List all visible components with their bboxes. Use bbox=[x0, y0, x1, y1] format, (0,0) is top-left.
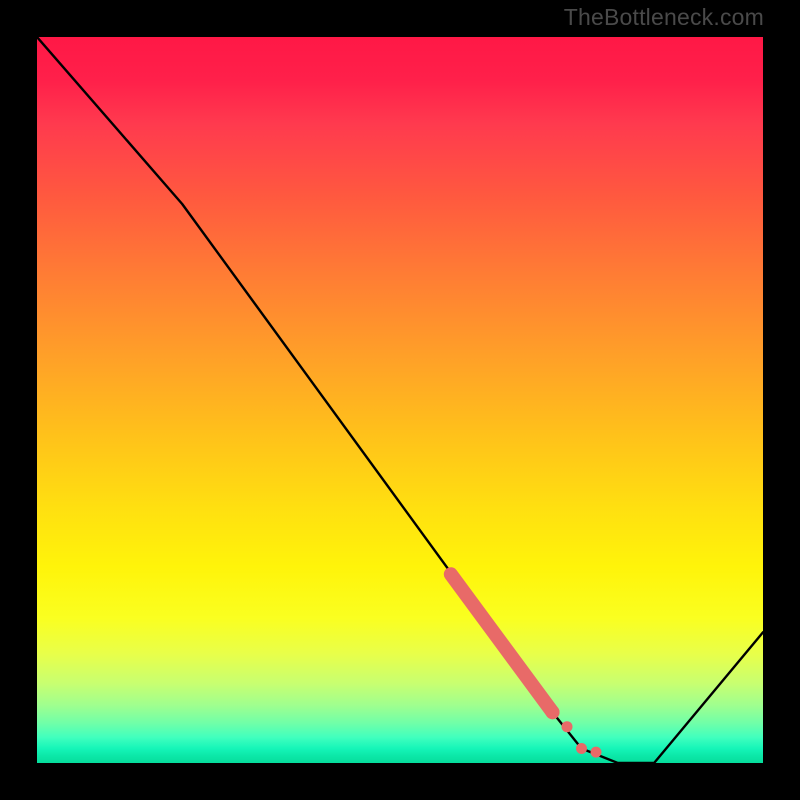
highlight-stroke bbox=[451, 574, 553, 712]
chart-svg bbox=[37, 37, 763, 763]
highlight-dots bbox=[546, 705, 602, 757]
highlight-dot bbox=[576, 743, 587, 754]
highlight-dot bbox=[562, 721, 573, 732]
highlight-dot bbox=[546, 705, 560, 719]
plot-area bbox=[37, 37, 763, 763]
highlight-dot bbox=[591, 747, 602, 758]
watermark-text: TheBottleneck.com bbox=[564, 4, 764, 31]
curve-line bbox=[37, 37, 763, 763]
